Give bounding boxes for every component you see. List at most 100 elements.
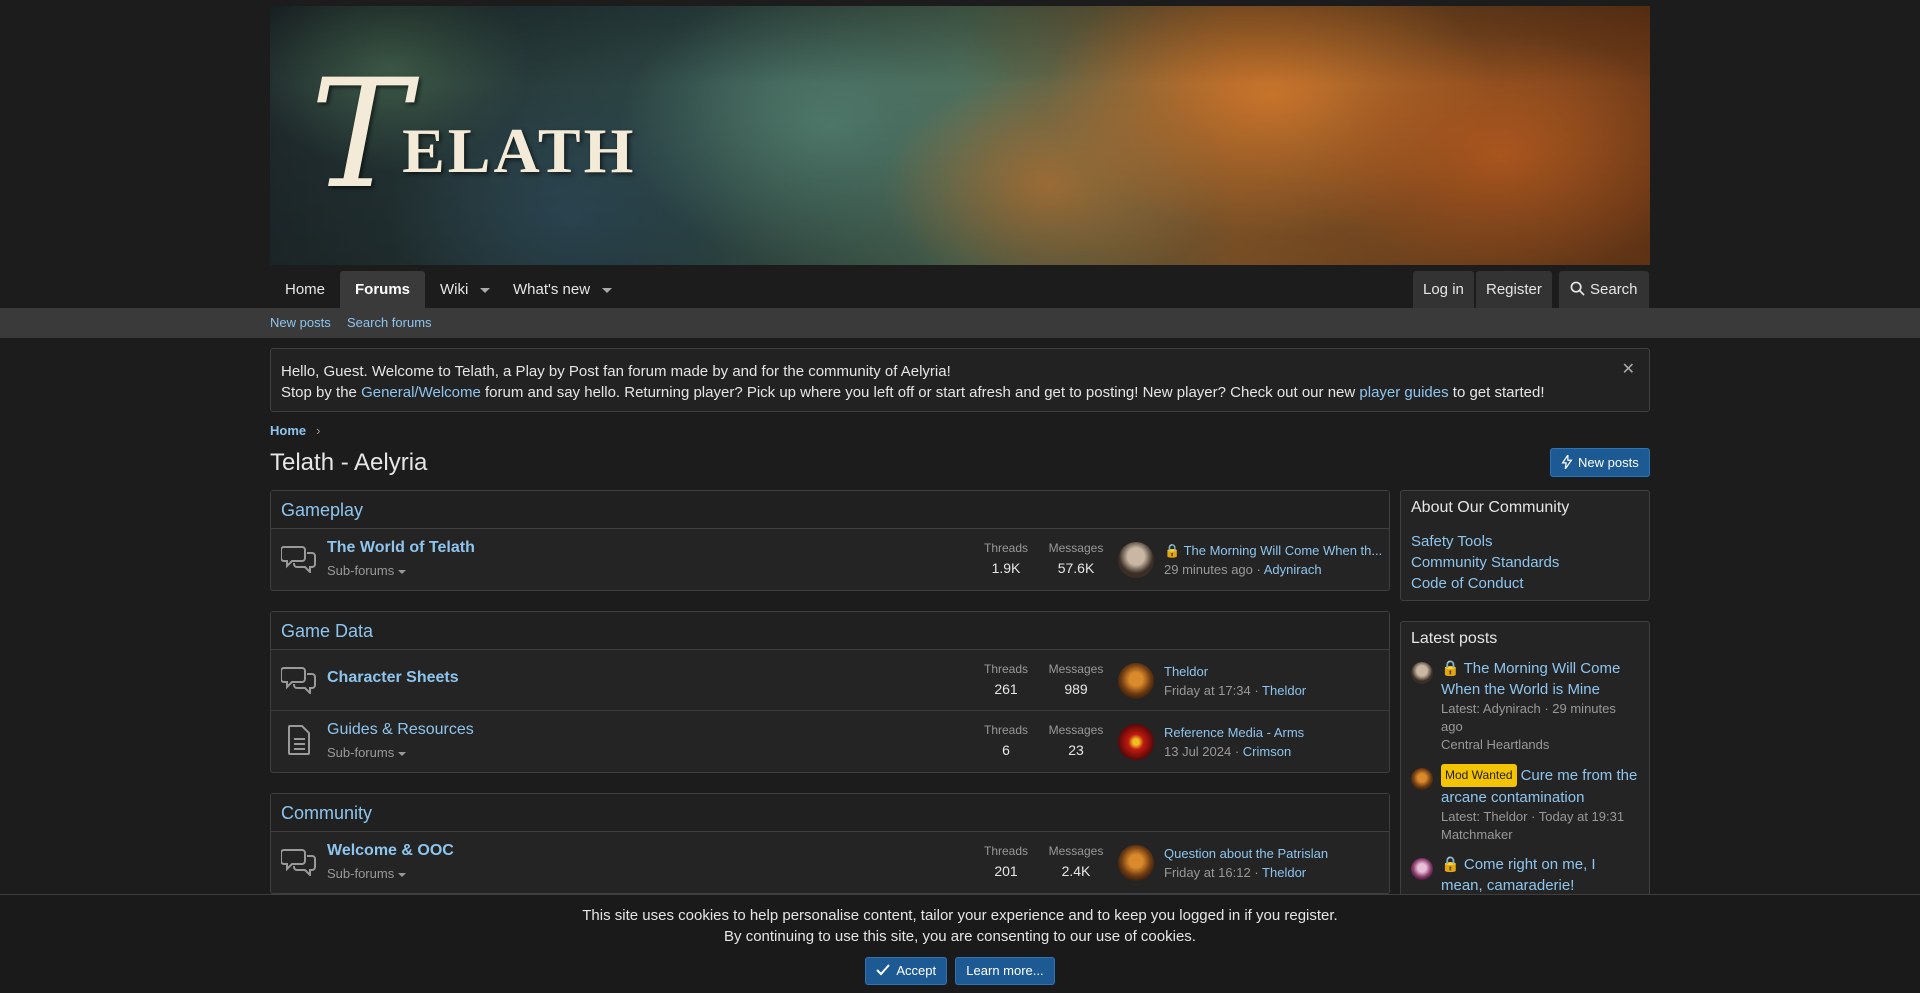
- cookie-text: This site uses cookies to help personali…: [0, 905, 1920, 947]
- last-post-title[interactable]: Reference Media - Arms: [1164, 725, 1384, 740]
- last-post-user[interactable]: Adynirach: [1264, 562, 1322, 577]
- chevron-down-icon: [398, 872, 407, 877]
- latest-post-title[interactable]: Mod Wanted Cure me from the arcane contam…: [1441, 764, 1639, 808]
- chevron-down-icon[interactable]: [602, 287, 613, 293]
- nav-forums[interactable]: Forums: [340, 271, 426, 308]
- latest-post-item: Mod Wanted Cure me from the arcane contam…: [1411, 764, 1639, 844]
- accept-label: Accept: [896, 963, 937, 978]
- forum-title-guides-resources[interactable]: Guides & Resources: [327, 721, 474, 739]
- last-post-time[interactable]: Friday at 17:34: [1164, 683, 1251, 698]
- latest-post-title-text: Come right on me, I mean, camaraderie!: [1441, 856, 1596, 894]
- forum-title-world-of-telath[interactable]: The World of Telath: [327, 539, 475, 557]
- register-button[interactable]: Register: [1476, 271, 1552, 308]
- threads-label: Threads: [983, 723, 1029, 737]
- last-post-user[interactable]: Theldor: [1262, 865, 1306, 880]
- messages-count: 57.6K: [1057, 560, 1095, 576]
- subforums-toggle[interactable]: Sub-forums: [327, 563, 407, 578]
- category-title[interactable]: Game Data: [271, 612, 1389, 650]
- lock-icon: 🔒: [1441, 660, 1464, 677]
- chat-bubbles-icon: [281, 546, 316, 573]
- new-posts-label: New posts: [1578, 455, 1639, 470]
- cookie-buttons: Accept Learn more...: [0, 957, 1920, 985]
- subforums-toggle[interactable]: Sub-forums: [327, 866, 407, 881]
- threads-stat: Threads 6: [976, 723, 1036, 758]
- site-banner[interactable]: T ELATH: [270, 6, 1650, 265]
- avatar[interactable]: [1411, 768, 1433, 790]
- avatar[interactable]: [1411, 858, 1433, 880]
- nav-whats-new[interactable]: What's new: [498, 271, 627, 308]
- learn-more-button[interactable]: Learn more...: [955, 957, 1055, 985]
- general-welcome-link[interactable]: General/Welcome: [361, 384, 481, 401]
- notice-text: forum and say hello. Returning player? P…: [480, 384, 1360, 401]
- threads-count: 6: [1002, 742, 1010, 758]
- threads-label: Threads: [983, 662, 1029, 676]
- category-community: Community Welcome & OOC Sub-forums Threa…: [270, 793, 1390, 894]
- avatar[interactable]: [1118, 663, 1154, 699]
- close-icon[interactable]: ✕: [1622, 359, 1635, 380]
- latest-post-title-text: The Morning Will Come When the World is …: [1441, 660, 1621, 698]
- subforums-toggle[interactable]: Sub-forums: [327, 745, 407, 760]
- forum-title-character-sheets[interactable]: Character Sheets: [327, 669, 459, 687]
- cookie-notice: This site uses cookies to help personali…: [0, 894, 1920, 993]
- last-post-time[interactable]: 13 Jul 2024: [1164, 744, 1231, 759]
- category-title[interactable]: Community: [271, 794, 1389, 832]
- messages-count: 2.4K: [1061, 863, 1091, 879]
- search-icon: [1570, 281, 1585, 296]
- last-post-user[interactable]: Crimson: [1243, 744, 1291, 759]
- last-post-user[interactable]: Theldor: [1262, 683, 1306, 698]
- player-guides-link[interactable]: player guides: [1359, 384, 1448, 401]
- avatar[interactable]: [1118, 845, 1154, 881]
- page-title: Telath - Aelyria: [270, 449, 428, 476]
- threads-count: 261: [994, 681, 1018, 697]
- avatar[interactable]: [1118, 542, 1154, 578]
- accept-button[interactable]: Accept: [865, 957, 948, 985]
- subforums-label: Sub-forums: [327, 866, 395, 881]
- site-logo[interactable]: T ELATH: [310, 40, 636, 210]
- mod-wanted-badge: Mod Wanted: [1441, 764, 1517, 787]
- category-title[interactable]: Gameplay: [271, 491, 1389, 529]
- last-post-title[interactable]: Question about the Patrislan: [1164, 846, 1384, 861]
- code-of-conduct-link[interactable]: Code of Conduct: [1411, 573, 1639, 594]
- latest-post-forum[interactable]: Matchmaker: [1441, 826, 1639, 844]
- messages-stat: Messages 989: [1041, 662, 1111, 697]
- chevron-down-icon[interactable]: [480, 287, 491, 293]
- last-post-title[interactable]: 🔒 The Morning Will Come When th...: [1164, 543, 1384, 559]
- lock-icon: 🔒: [1441, 856, 1464, 873]
- messages-count: 989: [1064, 681, 1088, 697]
- latest-post-meta: Latest: Adynirach · 29 minutes ago: [1441, 701, 1616, 734]
- search-label: Search: [1590, 281, 1638, 298]
- last-post-time[interactable]: Friday at 16:12: [1164, 865, 1251, 880]
- avatar[interactable]: [1118, 724, 1154, 760]
- nav-whats-new-label: What's new: [513, 281, 591, 298]
- nav-home[interactable]: Home: [270, 271, 340, 308]
- messages-stat: Messages 23: [1041, 723, 1111, 758]
- latest-post-title[interactable]: 🔒 Come right on me, I mean, camaraderie!: [1441, 854, 1639, 896]
- forum-title-welcome-ooc[interactable]: Welcome & OOC: [327, 842, 454, 860]
- threads-stat: Threads 201: [976, 844, 1036, 879]
- latest-post-title[interactable]: 🔒 The Morning Will Come When the World i…: [1441, 658, 1639, 700]
- avatar[interactable]: [1411, 662, 1433, 684]
- last-post-time[interactable]: 29 minutes ago: [1164, 562, 1253, 577]
- search-button[interactable]: Search: [1559, 271, 1649, 308]
- threads-count: 201: [994, 863, 1018, 879]
- latest-post-item: 🔒 Come right on me, I mean, camaraderie!: [1411, 854, 1639, 896]
- welcome-notice: Hello, Guest. Welcome to Telath, a Play …: [270, 348, 1650, 412]
- nav-wiki[interactable]: Wiki: [425, 271, 505, 308]
- new-posts-button[interactable]: New posts: [1550, 448, 1650, 477]
- subnav-new-posts[interactable]: New posts: [270, 308, 331, 338]
- category-gameplay: Gameplay The World of Telath Sub-forums …: [270, 490, 1390, 591]
- category-game-data: Game Data Character Sheets Threads 261 Me…: [270, 611, 1390, 773]
- notice-line1: Hello, Guest. Welcome to Telath, a Play …: [281, 363, 951, 380]
- last-post-title[interactable]: Theldor: [1164, 664, 1384, 679]
- threads-label: Threads: [983, 541, 1029, 555]
- safety-tools-link[interactable]: Safety Tools: [1411, 531, 1639, 552]
- breadcrumb: Home ›: [270, 423, 320, 438]
- subnav-search-forums[interactable]: Search forums: [347, 308, 432, 338]
- threads-label: Threads: [983, 844, 1029, 858]
- community-standards-link[interactable]: Community Standards: [1411, 552, 1639, 573]
- threads-count: 1.9K: [991, 560, 1021, 576]
- login-button[interactable]: Log in: [1413, 271, 1474, 308]
- breadcrumb-home[interactable]: Home: [270, 423, 306, 438]
- last-post-meta: Friday at 16:12 · Theldor: [1164, 865, 1307, 880]
- latest-post-forum[interactable]: Central Heartlands: [1441, 736, 1639, 754]
